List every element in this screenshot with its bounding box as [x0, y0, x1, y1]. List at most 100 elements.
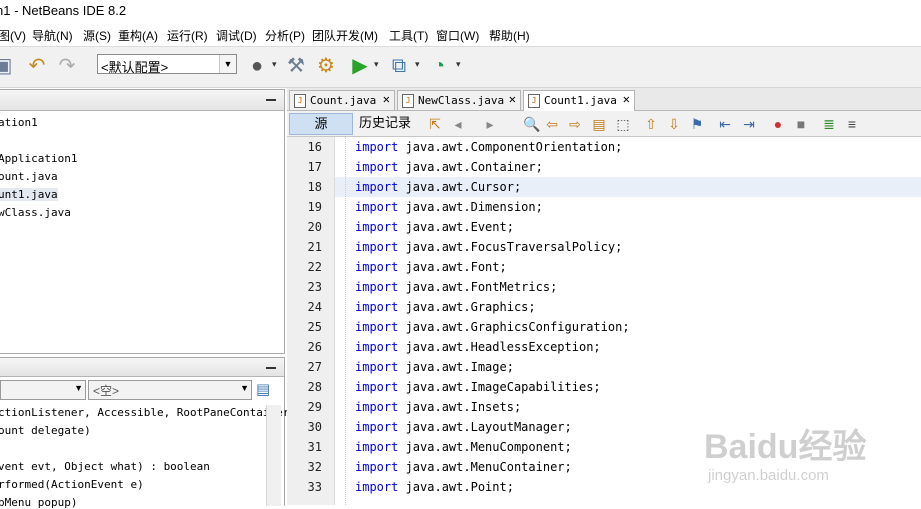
tab-history[interactable]: 历史记录 — [353, 113, 417, 133]
debug-icon[interactable]: ⧉ — [388, 55, 410, 77]
navigator-line[interactable]: vent evt, Object what) : boolean — [0, 460, 210, 473]
menu-source[interactable]: 源(S) — [83, 27, 111, 44]
clean-build-icon[interactable]: ⚙ — [315, 55, 337, 77]
code-line: import java.awt.FontMetrics; — [355, 280, 557, 294]
uncomment-icon[interactable]: ≡ — [844, 116, 860, 132]
code-line: import java.awt.Insets; — [355, 400, 521, 414]
profile-icon[interactable]: ◔ — [428, 55, 450, 77]
config-value: <默认配置> — [101, 60, 169, 75]
tab-count1-java[interactable]: J Count1.java ✕ — [523, 90, 635, 111]
navigator-member-combo[interactable]: ▼ — [0, 380, 86, 400]
line-number: 23 — [307, 280, 322, 294]
keyword: import — [355, 420, 399, 434]
shift-right-icon[interactable]: ⇥ — [741, 116, 757, 132]
menu-team[interactable]: 团队开发(M) — [312, 27, 378, 44]
tree-item-count-java[interactable]: ount.java — [0, 170, 58, 183]
keyword: import — [355, 320, 399, 334]
rect-select-icon[interactable]: ⬚ — [615, 116, 631, 132]
code-line: import java.awt.MenuComponent; — [355, 440, 572, 454]
toggle-highlight-icon[interactable]: ▤ — [591, 116, 607, 132]
redo-icon[interactable]: ↷ — [56, 55, 78, 77]
prev-bookmark-icon[interactable]: ⇧ — [643, 116, 659, 132]
next-bookmark-icon[interactable]: ⇩ — [666, 116, 682, 132]
close-icon[interactable]: ✕ — [623, 92, 630, 106]
navigator-line[interactable]: rformed(ActionEvent e) — [0, 478, 144, 491]
chevron-down-icon[interactable]: ▾ — [272, 59, 277, 70]
navigator-line[interactable]: ctionListener, Accessible, RootPaneConta… — [0, 406, 296, 419]
minimize-icon[interactable] — [266, 99, 276, 101]
tab-newclass-java[interactable]: J NewClass.java ✕ — [397, 90, 521, 110]
menu-tools[interactable]: 工具(T) — [389, 27, 428, 44]
menu-bar: 图(V) 导航(N) 源(S) 重构(A) 运行(R) 调试(D) 分析(P) … — [0, 24, 921, 46]
menu-debug[interactable]: 调试(D) — [216, 27, 257, 44]
code-line: import java.awt.FocusTraversalPolicy; — [355, 240, 622, 254]
keyword: import — [355, 180, 399, 194]
code-line: import java.awt.Point; — [355, 480, 514, 494]
navigator-filter-combo[interactable]: <空> ▼ — [88, 380, 252, 400]
tab-source[interactable]: 源 — [289, 113, 353, 135]
code-line: import java.awt.Event; — [355, 220, 514, 234]
save-all-icon[interactable]: ▣ — [0, 55, 14, 77]
line-number: 16 — [307, 140, 322, 154]
minimize-icon[interactable] — [266, 367, 276, 369]
menu-refactor[interactable]: 重构(A) — [118, 27, 158, 44]
keyword: import — [355, 140, 399, 154]
tree-item-package[interactable]: Application1 — [0, 152, 77, 165]
last-edit-icon[interactable]: ⇱ — [427, 116, 443, 132]
menu-view[interactable]: 图(V) — [0, 27, 26, 44]
globe-icon[interactable]: ● — [246, 55, 268, 77]
forward-icon[interactable]: ▸ — [482, 116, 498, 132]
tab-count-java[interactable]: J Count.java ✕ — [289, 90, 395, 110]
find-next-icon[interactable]: ⇨ — [567, 116, 583, 132]
code-text: java.awt.HeadlessException; — [398, 340, 601, 354]
menu-navigate[interactable]: 导航(N) — [32, 27, 73, 44]
code-text: java.awt.Event; — [398, 220, 514, 234]
menu-window[interactable]: 窗口(W) — [436, 27, 479, 44]
find-icon[interactable]: 🔍 — [523, 116, 540, 132]
chevron-down-icon[interactable]: ▾ — [374, 59, 379, 70]
chevron-down-icon[interactable]: ▾ — [415, 59, 420, 70]
tab-label: Count.java — [310, 94, 377, 107]
line-number: 18 — [307, 180, 322, 194]
run-icon[interactable]: ▶ — [349, 55, 371, 77]
toggle-bookmark-icon[interactable]: ⚑ — [689, 116, 705, 132]
menu-run[interactable]: 运行(R) — [167, 27, 208, 44]
hammer-icon[interactable]: ⚒ — [285, 55, 307, 77]
code-text: java.awt.ComponentOrientation; — [398, 140, 623, 154]
keyword: import — [355, 200, 399, 214]
menu-profile[interactable]: 分析(P) — [265, 27, 305, 44]
title-bar: n1 - NetBeans IDE 8.2 — [0, 0, 921, 24]
undo-icon[interactable]: ↶ — [26, 55, 48, 77]
code-text: java.awt.Cursor; — [398, 180, 522, 194]
keyword: import — [355, 400, 399, 414]
tree-item-project[interactable]: ation1 — [0, 116, 38, 129]
navigator-line[interactable]: pMenu popup) — [0, 496, 77, 509]
find-previous-icon[interactable]: ⇦ — [544, 116, 560, 132]
code-text: java.awt.Point; — [398, 480, 514, 494]
close-icon[interactable]: ✕ — [383, 92, 390, 106]
line-number: 32 — [307, 460, 322, 474]
tree-item-count1-java[interactable]: unt1.java — [0, 188, 58, 201]
navigator-scrollbar[interactable] — [266, 405, 281, 506]
code-line: import java.awt.Dimension; — [355, 200, 543, 214]
navigator-line[interactable]: ount delegate) — [0, 424, 91, 437]
code-text: java.awt.Container; — [398, 160, 543, 174]
comment-icon[interactable]: ≣ — [821, 116, 837, 132]
chevron-down-icon[interactable]: ▾ — [456, 59, 461, 70]
tree-item-newclass-java[interactable]: wClass.java — [0, 206, 71, 219]
line-number: 20 — [307, 220, 322, 234]
stop-macro-icon[interactable]: ■ — [793, 116, 809, 132]
keyword: import — [355, 300, 399, 314]
close-icon[interactable]: ✕ — [509, 92, 516, 106]
chevron-down-icon: ▼ — [240, 383, 249, 393]
code-line: import java.awt.LayoutManager; — [355, 420, 572, 434]
navigator-filter-value: <空> — [93, 384, 120, 398]
menu-help[interactable]: 帮助(H) — [489, 27, 530, 44]
start-macro-icon[interactable]: ● — [770, 116, 786, 132]
navigator-view-icon[interactable]: ▤ — [256, 380, 270, 398]
line-number: 17 — [307, 160, 322, 174]
config-select[interactable]: <默认配置> ▼ — [97, 54, 237, 75]
back-icon[interactable]: ◂ — [450, 116, 466, 132]
shift-left-icon[interactable]: ⇤ — [717, 116, 733, 132]
code-line: import java.awt.MenuContainer; — [355, 460, 572, 474]
